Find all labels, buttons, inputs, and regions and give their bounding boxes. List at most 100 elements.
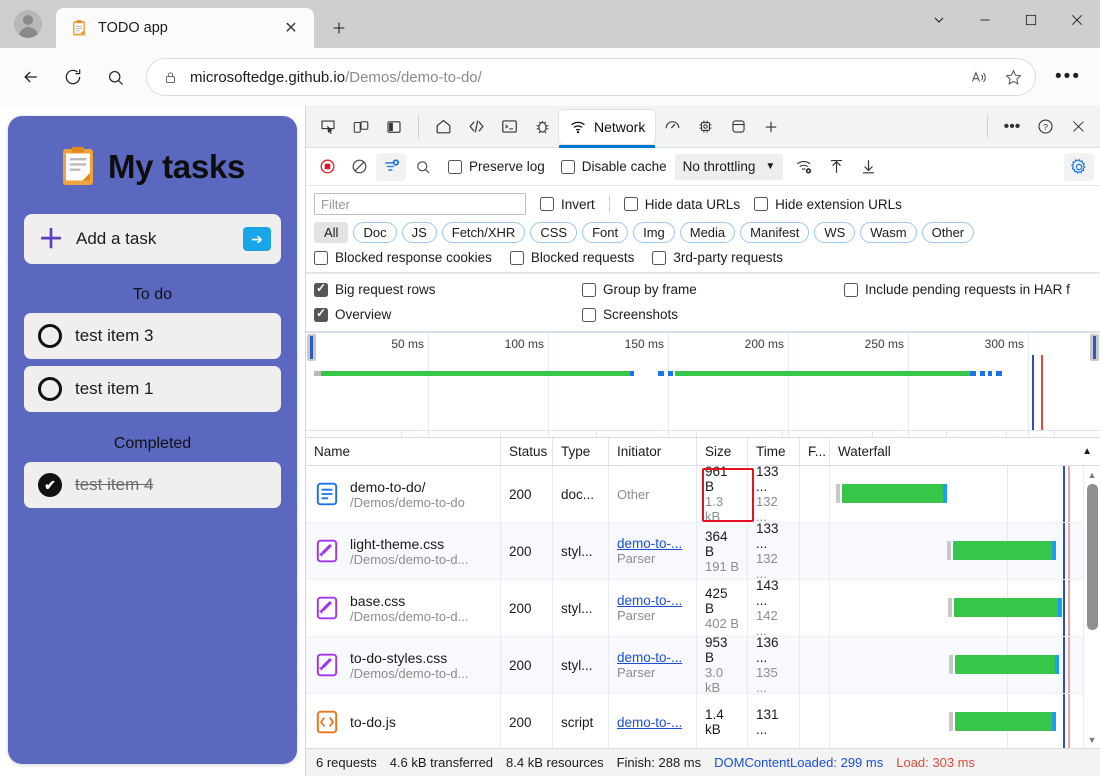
column-header-size[interactable]: Size (697, 438, 748, 465)
overview-checkbox[interactable]: Overview (314, 306, 582, 322)
filter-pill-ws[interactable]: WS (814, 222, 856, 243)
browser-tab[interactable]: TODO app ✕ (56, 8, 314, 48)
overview-right-handle[interactable] (1090, 334, 1099, 361)
profile-button[interactable] (0, 0, 56, 48)
filter-input[interactable]: Filter (314, 193, 526, 215)
table-scrollbar[interactable]: ▲ ▼ (1083, 466, 1100, 748)
task-item[interactable]: test item 1 (24, 366, 281, 412)
tab-network[interactable]: Network (559, 109, 656, 148)
reload-button[interactable] (54, 58, 92, 96)
table-row[interactable]: to-do-styles.css /Demos/demo-to-d... 200… (306, 637, 1100, 694)
devtools-more-button[interactable]: ••• (996, 110, 1028, 144)
filter-pill-manifest[interactable]: Manifest (740, 222, 810, 243)
device-emulation-icon[interactable] (345, 110, 377, 144)
application-icon[interactable] (722, 110, 754, 144)
browser-settings-button[interactable]: ••• (1048, 58, 1088, 96)
scrollbar-thumb[interactable] (1086, 484, 1098, 630)
maximize-button[interactable] (1008, 0, 1054, 40)
import-har-icon[interactable] (821, 153, 851, 181)
hide-extension-urls-checkbox[interactable]: Hide extension URLs (754, 197, 902, 212)
table-row[interactable]: base.css /Demos/demo-to-d... 200 styl...… (306, 580, 1100, 637)
column-header-f[interactable]: F... (800, 438, 830, 465)
column-header-name[interactable]: Name (306, 438, 501, 465)
task-item[interactable]: test item 3 (24, 313, 281, 359)
column-header-time[interactable]: Time (748, 438, 800, 465)
preserve-log-checkbox[interactable]: Preserve log (448, 159, 545, 174)
scroll-up-arrow-icon[interactable]: ▲ (1084, 466, 1100, 483)
initiator-link[interactable]: demo-to-... (617, 536, 688, 551)
table-row[interactable]: to-do.js 200 script demo-to-... 1.4 kB 1… (306, 694, 1100, 748)
close-icon[interactable]: ✕ (278, 15, 304, 41)
elements-icon[interactable] (460, 110, 492, 144)
search-button[interactable] (408, 153, 438, 181)
console-icon[interactable] (493, 110, 525, 144)
home-icon[interactable] (427, 110, 459, 144)
inspect-icon[interactable] (312, 110, 344, 144)
initiator-link[interactable]: demo-to-... (617, 715, 688, 730)
search-icon[interactable] (96, 58, 134, 96)
filter-pill-fetch-xhr[interactable]: Fetch/XHR (441, 222, 526, 243)
table-row[interactable]: demo-to-do/ /Demos/demo-to-do 200 doc...… (306, 466, 1100, 523)
filter-button[interactable] (376, 152, 406, 181)
add-task-input[interactable]: ＋ Add a task ➔ (24, 214, 281, 264)
throttling-select[interactable]: No throttling ▼ (674, 153, 784, 180)
initiator-link[interactable]: demo-to-... (617, 650, 688, 665)
help-icon[interactable]: ? (1029, 110, 1061, 144)
back-button[interactable] (12, 58, 50, 96)
overview-left-handle[interactable] (307, 334, 316, 361)
performance-icon[interactable] (656, 110, 688, 144)
cell-time: 143 ... 142 ... (748, 580, 800, 636)
blocked-response-cookies-checkbox[interactable]: Blocked response cookies (314, 250, 492, 265)
filter-pill-wasm[interactable]: Wasm (860, 222, 917, 243)
column-header-type[interactable]: Type (553, 438, 609, 465)
disable-cache-checkbox[interactable]: Disable cache (560, 159, 667, 174)
checkbox-empty-icon[interactable] (38, 377, 62, 401)
filter-pill-doc[interactable]: Doc (353, 222, 397, 243)
filter-pill-css[interactable]: CSS (530, 222, 578, 243)
initiator-link[interactable]: demo-to-... (617, 593, 688, 608)
task-item-completed[interactable]: ✔ test item 4 (24, 462, 281, 508)
close-window-button[interactable] (1054, 0, 1100, 40)
favorite-star-icon[interactable] (996, 60, 1030, 94)
include-pending-har-checkbox[interactable]: Include pending requests in HAR f (844, 282, 1070, 297)
sidebar-toggle-icon[interactable] (378, 110, 410, 144)
filter-pill-other[interactable]: Other (921, 222, 975, 243)
column-header-initiator[interactable]: Initiator (609, 438, 697, 465)
url-input[interactable]: microsoftedge.github.io/Demos/demo-to-do… (146, 58, 1036, 96)
new-tab-button[interactable] (320, 9, 358, 47)
filter-pill-media[interactable]: Media (679, 222, 736, 243)
table-row[interactable]: light-theme.css /Demos/demo-to-d... 200 … (306, 523, 1100, 580)
tab-actions-menu-button[interactable] (916, 0, 962, 40)
read-aloud-icon[interactable] (962, 60, 996, 94)
debugger-icon[interactable] (526, 110, 558, 144)
memory-icon[interactable] (689, 110, 721, 144)
network-conditions-icon[interactable] (789, 153, 819, 181)
filter-pill-js[interactable]: JS (401, 222, 437, 243)
invert-checkbox[interactable]: Invert (540, 197, 595, 212)
blocked-requests-checkbox[interactable]: Blocked requests (509, 250, 634, 265)
big-request-rows-checkbox[interactable]: Big request rows (314, 281, 582, 297)
network-overview[interactable]: 50 ms 100 ms 150 ms 200 ms 250 ms 300 ms (306, 332, 1100, 438)
checkbox-checked-icon[interactable]: ✔ (38, 473, 62, 497)
checkbox-empty-icon[interactable] (38, 324, 62, 348)
submit-task-button[interactable]: ➔ (243, 227, 271, 251)
column-header-status[interactable]: Status (501, 438, 553, 465)
filter-pill-img[interactable]: Img (633, 222, 675, 243)
filter-pill-font[interactable]: Font (582, 222, 629, 243)
third-party-requests-checkbox[interactable]: 3rd-party requests (652, 250, 783, 265)
devtools-close-icon[interactable] (1062, 110, 1094, 144)
table-body[interactable]: demo-to-do/ /Demos/demo-to-do 200 doc...… (306, 466, 1100, 748)
column-header-waterfall[interactable]: Waterfall ▲ (830, 438, 1100, 465)
scroll-down-arrow-icon[interactable]: ▼ (1084, 731, 1100, 748)
sort-arrow-icon[interactable]: ▲ (1082, 446, 1092, 457)
settings-gear-icon[interactable] (1064, 152, 1094, 181)
hide-data-urls-checkbox[interactable]: Hide data URLs (623, 197, 740, 212)
group-by-frame-checkbox[interactable]: Group by frame (582, 282, 844, 297)
screenshots-checkbox[interactable]: Screenshots (582, 307, 844, 322)
clear-button[interactable] (344, 153, 374, 181)
minimize-button[interactable] (962, 0, 1008, 40)
record-button[interactable] (312, 153, 342, 181)
filter-pill-all[interactable]: All (314, 222, 349, 243)
more-tools-plus-icon[interactable] (755, 110, 787, 144)
export-har-icon[interactable] (853, 153, 883, 181)
